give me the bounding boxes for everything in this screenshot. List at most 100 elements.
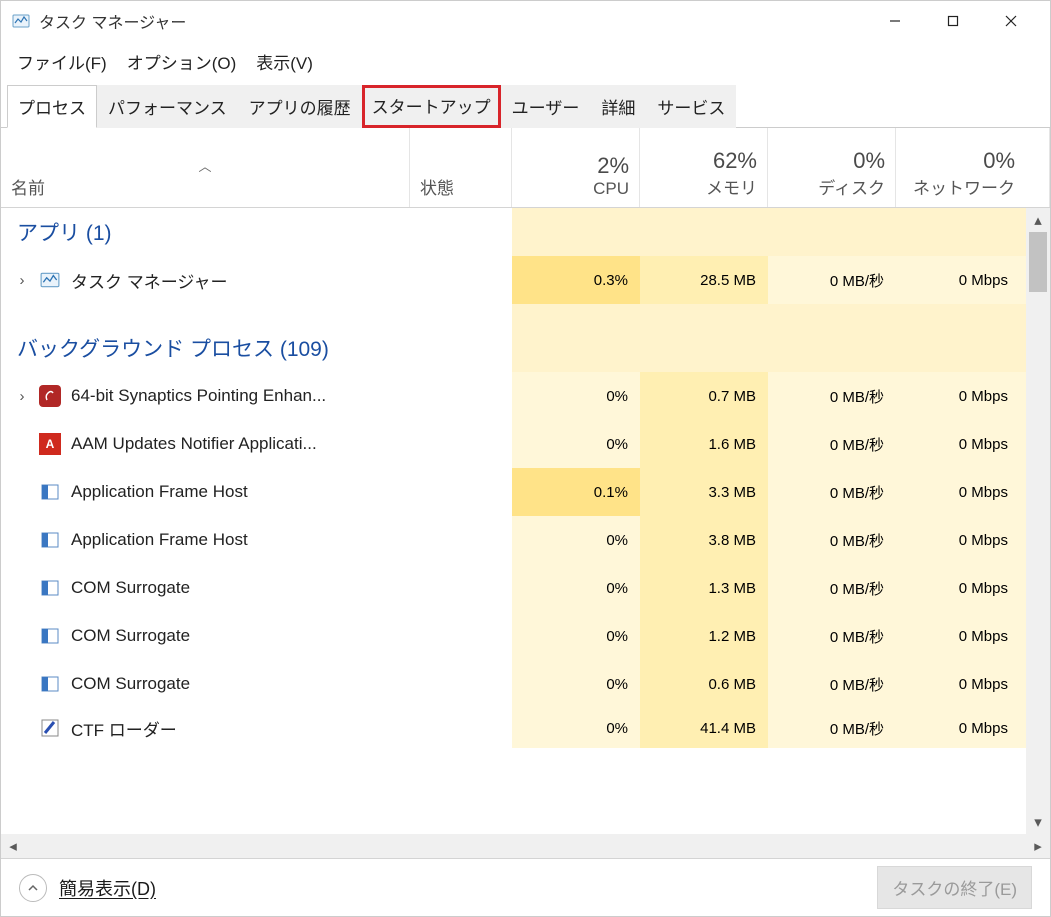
minimize-button[interactable] [866, 1, 924, 41]
disk-value: 0 MB/秒 [830, 482, 884, 503]
tab-users[interactable]: ユーザー [501, 85, 591, 128]
mem-value: 0.7 MB [708, 388, 756, 405]
group-background[interactable]: バックグラウンド プロセス (109) [1, 324, 1026, 372]
header-state[interactable]: 状態 [410, 128, 512, 207]
synaptics-icon [39, 385, 61, 407]
net-value: 0 Mbps [959, 388, 1008, 405]
process-list: アプリ (1) › タスク マネージャー 0.3% 28.5 MB 0 MB/秒… [1, 208, 1026, 834]
adobe-icon: A [39, 433, 61, 455]
header-cpu[interactable]: 2% CPU [512, 128, 640, 207]
menu-view[interactable]: 表示(V) [248, 45, 321, 78]
process-row[interactable]: COM Surrogate 0% 1.3 MB 0 MB/秒 0 Mbps [1, 564, 1026, 612]
header-name[interactable]: ︿ 名前 [1, 128, 410, 207]
mem-value: 3.8 MB [708, 532, 756, 549]
net-value: 0 Mbps [959, 532, 1008, 549]
horizontal-scrollbar[interactable]: ◂ ▸ [1, 834, 1050, 858]
process-name: COM Surrogate [71, 674, 190, 694]
group-apps[interactable]: アプリ (1) [1, 208, 1026, 256]
scroll-track[interactable] [1026, 232, 1050, 810]
process-row[interactable]: Application Frame Host 0% 3.8 MB 0 MB/秒 … [1, 516, 1026, 564]
chevron-right-icon[interactable]: › [15, 388, 29, 405]
titlebar: タスク マネージャー [1, 1, 1050, 41]
disk-value: 0 MB/秒 [830, 718, 884, 739]
ctf-loader-icon [39, 717, 61, 739]
tab-services[interactable]: サービス [646, 85, 736, 128]
app-icon [11, 11, 31, 31]
net-value: 0 Mbps [959, 272, 1008, 289]
cpu-value: 0% [606, 720, 628, 737]
cpu-value: 0.1% [594, 484, 628, 501]
disk-value: 0 MB/秒 [830, 674, 884, 695]
close-button[interactable] [982, 1, 1040, 41]
header-net-label: ネットワーク [906, 174, 1015, 199]
generic-app-icon [39, 673, 61, 695]
scroll-track-h[interactable] [25, 834, 1026, 858]
process-list-body: アプリ (1) › タスク マネージャー 0.3% 28.5 MB 0 MB/秒… [1, 208, 1050, 834]
generic-app-icon [39, 577, 61, 599]
header-network[interactable]: 0% ネットワーク [896, 128, 1050, 207]
cpu-value: 0% [606, 580, 628, 597]
process-row[interactable]: Application Frame Host 0.1% 3.3 MB 0 MB/… [1, 468, 1026, 516]
generic-app-icon [39, 625, 61, 647]
cpu-value: 0% [606, 388, 628, 405]
net-value: 0 Mbps [959, 436, 1008, 453]
header-cpu-pct: 2% [522, 153, 629, 179]
scroll-down-icon[interactable]: ▾ [1026, 810, 1050, 834]
scroll-up-icon[interactable]: ▴ [1026, 208, 1050, 232]
header-memory[interactable]: 62% メモリ [640, 128, 768, 207]
tab-bar: プロセス パフォーマンス アプリの履歴 スタートアップ ユーザー 詳細 サービス [1, 84, 1050, 128]
column-headers: ︿ 名前 状態 2% CPU 62% メモリ 0% ディスク 0% ネットワーク [1, 128, 1050, 208]
tab-performance[interactable]: パフォーマンス [97, 85, 238, 128]
process-name: COM Surrogate [71, 578, 190, 598]
vertical-scrollbar[interactable]: ▴ ▾ [1026, 208, 1050, 834]
net-value: 0 Mbps [959, 676, 1008, 693]
cpu-value: 0.3% [594, 272, 628, 289]
tab-processes[interactable]: プロセス [7, 85, 97, 128]
cpu-value: 0% [606, 436, 628, 453]
menu-file[interactable]: ファイル(F) [9, 45, 115, 78]
scroll-thumb[interactable] [1029, 232, 1047, 292]
process-row[interactable]: A AAM Updates Notifier Applicati... 0% 1… [1, 420, 1026, 468]
scroll-left-icon[interactable]: ◂ [1, 834, 25, 858]
mem-value: 0.6 MB [708, 676, 756, 693]
fewer-details-label[interactable]: 簡易表示(D) [59, 875, 156, 901]
menubar: ファイル(F) オプション(O) 表示(V) [1, 41, 1050, 84]
process-row[interactable]: CTF ローダー 0% 41.4 MB 0 MB/秒 0 Mbps [1, 708, 1026, 748]
tab-app-history[interactable]: アプリの履歴 [238, 85, 362, 128]
header-mem-pct: 62% [650, 148, 757, 174]
mem-value: 1.3 MB [708, 580, 756, 597]
disk-value: 0 MB/秒 [830, 578, 884, 599]
process-row[interactable]: COM Surrogate 0% 1.2 MB 0 MB/秒 0 Mbps [1, 612, 1026, 660]
fewer-details-toggle[interactable] [19, 874, 47, 902]
process-name: Application Frame Host [71, 482, 248, 502]
net-value: 0 Mbps [959, 484, 1008, 501]
scroll-right-icon[interactable]: ▸ [1026, 834, 1050, 858]
tab-details[interactable]: 詳細 [590, 85, 646, 128]
generic-app-icon [39, 529, 61, 551]
window-title: タスク マネージャー [39, 9, 186, 33]
process-row[interactable]: › タスク マネージャー 0.3% 28.5 MB 0 MB/秒 0 Mbps [1, 256, 1026, 304]
cpu-value: 0% [606, 628, 628, 645]
mem-value: 41.4 MB [700, 720, 756, 737]
tab-startup[interactable]: スタートアップ [362, 85, 501, 128]
group-apps-label: アプリ (1) [17, 217, 112, 247]
process-row[interactable]: COM Surrogate 0% 0.6 MB 0 MB/秒 0 Mbps [1, 660, 1026, 708]
disk-value: 0 MB/秒 [830, 270, 884, 291]
maximize-button[interactable] [924, 1, 982, 41]
header-disk-pct: 0% [778, 148, 885, 174]
chevron-right-icon[interactable]: › [15, 272, 29, 289]
process-row[interactable]: › 64-bit Synaptics Pointing Enhan... 0% … [1, 372, 1026, 420]
disk-value: 0 MB/秒 [830, 386, 884, 407]
footer: 簡易表示(D) タスクの終了(E) [1, 858, 1050, 916]
header-disk-label: ディスク [778, 174, 885, 199]
net-value: 0 Mbps [959, 628, 1008, 645]
end-task-button[interactable]: タスクの終了(E) [877, 866, 1032, 909]
process-name: CTF ローダー [71, 716, 177, 741]
spacer-row [1, 304, 1026, 324]
generic-app-icon [39, 481, 61, 503]
net-value: 0 Mbps [959, 580, 1008, 597]
menu-options[interactable]: オプション(O) [119, 45, 245, 78]
cpu-value: 0% [606, 676, 628, 693]
header-disk[interactable]: 0% ディスク [768, 128, 896, 207]
group-background-label: バックグラウンド プロセス (109) [17, 333, 329, 363]
